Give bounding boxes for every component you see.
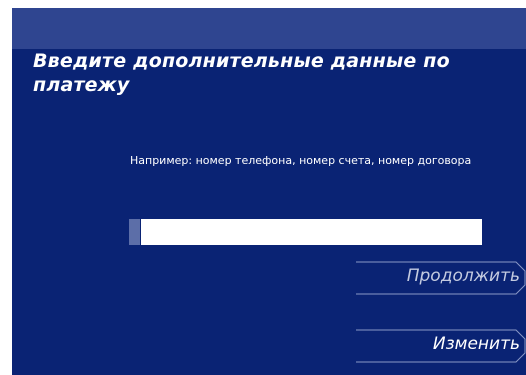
page-title: Введите дополнительные данные по платежу [33, 50, 450, 96]
header-band [12, 8, 526, 49]
change-button[interactable]: Изменить [356, 329, 526, 363]
payment-details-panel: Введите дополнительные данные по платежу… [12, 8, 526, 375]
input-hint: Например: номер телефона, номер счета, н… [130, 154, 472, 167]
continue-button-label: Продолжить [406, 266, 520, 286]
input-focus-marker [129, 219, 140, 245]
continue-button[interactable]: Продолжить [356, 261, 526, 295]
terminal-screen: Введите дополнительные данные по платежу… [0, 0, 526, 375]
additional-data-input[interactable] [141, 219, 482, 245]
change-button-label: Изменить [432, 334, 520, 354]
